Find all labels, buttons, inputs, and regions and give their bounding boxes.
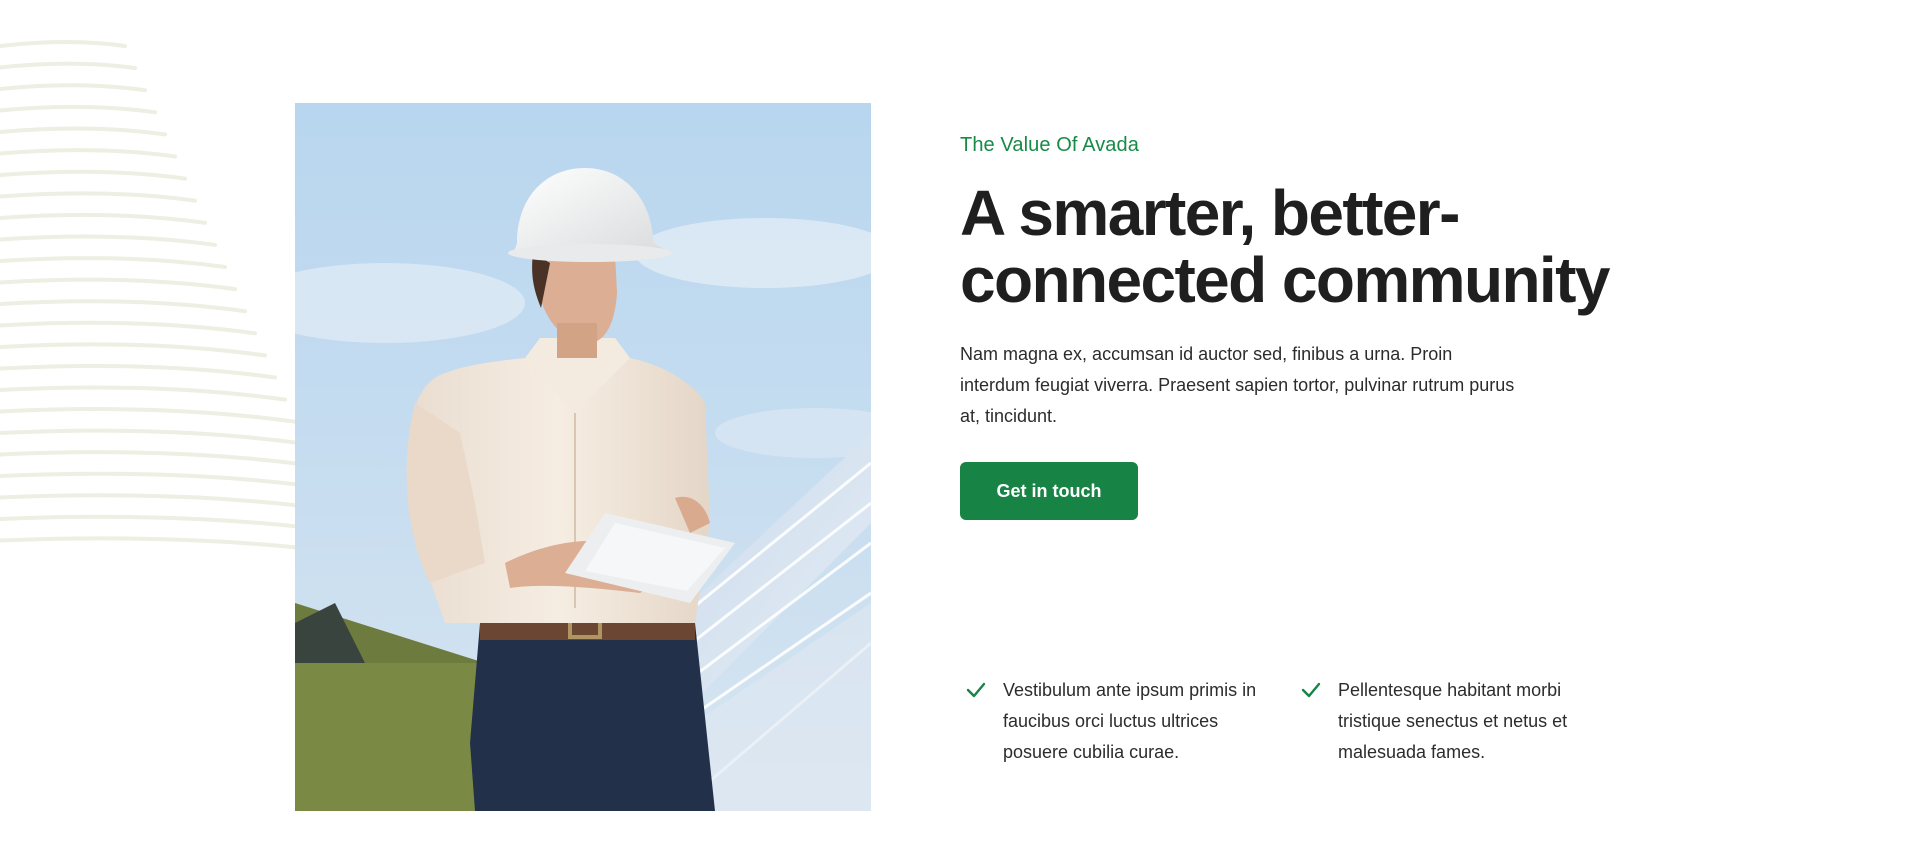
decorative-arc-line bbox=[0, 320, 257, 336]
decorative-arc-line bbox=[0, 61, 137, 71]
decorative-arc-line bbox=[0, 212, 207, 225]
decorative-arc-line bbox=[0, 256, 227, 269]
decorative-arc-line bbox=[0, 191, 197, 203]
feature-list: Vestibulum ante ipsum primis in faucibus… bbox=[960, 675, 1620, 768]
decorative-arc-line bbox=[0, 536, 300, 550]
page: The Value Of Avada A smarter, better- co… bbox=[0, 0, 1920, 852]
decorative-arc-line bbox=[0, 493, 300, 508]
decorative-arc-line bbox=[0, 407, 297, 424]
feature-item: Pellentesque habitant morbi tristique se… bbox=[1295, 675, 1605, 768]
decorative-arc-line bbox=[0, 471, 300, 487]
check-icon bbox=[966, 682, 986, 698]
decorative-arc-line bbox=[0, 514, 300, 529]
decorative-arc-line bbox=[0, 104, 157, 115]
section-headline: A smarter, better- connected community bbox=[960, 180, 1660, 314]
decorative-arc-line bbox=[0, 299, 247, 314]
feature-item: Vestibulum ante ipsum primis in faucibus… bbox=[960, 675, 1295, 768]
feature-text: Vestibulum ante ipsum primis in faucibus… bbox=[1003, 680, 1257, 762]
decorative-arc-line bbox=[0, 342, 267, 358]
headline-line-2: connected community bbox=[960, 244, 1610, 316]
feature-text: Pellentesque habitant morbi tristique se… bbox=[1338, 680, 1568, 762]
engineer-photo-image bbox=[295, 103, 871, 811]
decorative-arc-lines bbox=[0, 40, 300, 550]
hero-photo bbox=[295, 103, 871, 811]
decorative-arc-line bbox=[0, 234, 217, 247]
get-in-touch-button[interactable]: Get in touch bbox=[960, 462, 1138, 520]
decorative-arc-line bbox=[0, 40, 127, 48]
decorative-arc-line bbox=[0, 363, 277, 380]
decorative-arc-line bbox=[0, 277, 237, 292]
decorative-arc-line bbox=[0, 450, 300, 466]
section-eyebrow: The Value Of Avada bbox=[960, 134, 1139, 156]
headline-line-1: A smarter, better- bbox=[960, 177, 1460, 249]
section-body-text: Nam magna ex, accumsan id auctor sed, fi… bbox=[960, 344, 1515, 426]
decorative-arc-line bbox=[0, 428, 300, 446]
check-icon bbox=[1301, 682, 1321, 698]
decorative-arc-line bbox=[0, 169, 187, 181]
decorative-arc-line bbox=[0, 83, 147, 93]
decorative-arc-line bbox=[0, 126, 167, 137]
decorative-arc-line bbox=[0, 148, 177, 159]
decorative-arc-line bbox=[0, 385, 287, 402]
